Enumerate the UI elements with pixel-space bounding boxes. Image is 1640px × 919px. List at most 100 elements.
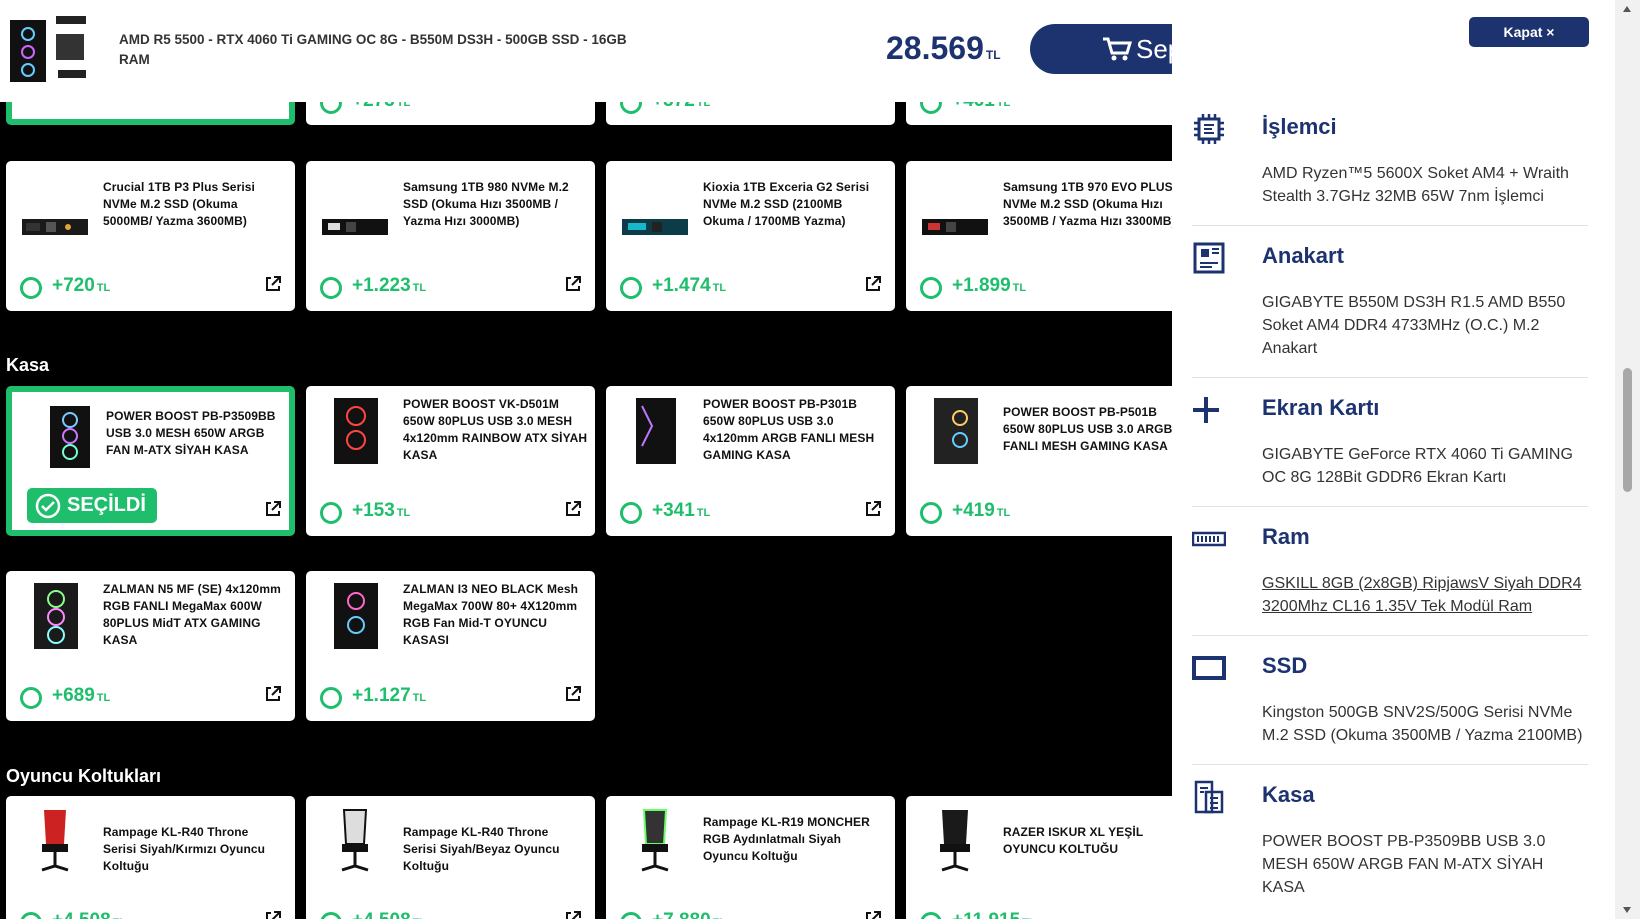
product-price: +341 TL (652, 500, 711, 521)
add-to-cart-button[interactable]: Sep (1030, 24, 1172, 74)
product-card[interactable]: RAZER ISKUR XL YEŞİL OYUNCU KOLTUĞU +11.… (906, 796, 1172, 919)
divider (1192, 377, 1588, 378)
product-name: POWER BOOST VK-D501M 650W 80PLUS USB 3.0… (403, 397, 588, 462)
divider (1192, 764, 1588, 765)
product-name: Rampage KL-R40 Throne Serisi Siyah/Beyaz… (403, 825, 560, 873)
product-card[interactable]: ZALMAN I3 NEO BLACK Mesh MegaMax 700W 80… (306, 571, 595, 721)
select-radio[interactable] (920, 277, 942, 299)
case-image (34, 583, 78, 649)
external-link-icon[interactable] (264, 910, 282, 919)
case-image (934, 398, 978, 464)
product-card[interactable]: Kioxia 1TB Exceria G2 Serisi NVMe M.2 SS… (606, 161, 895, 311)
product-price: +4.508TL (352, 910, 426, 919)
external-link-icon[interactable] (864, 910, 882, 919)
external-link-icon[interactable] (264, 500, 282, 518)
product-name: Kioxia 1TB Exceria G2 Serisi NVMe M.2 SS… (703, 180, 870, 228)
external-link-icon[interactable] (864, 275, 882, 293)
component-desc: GIGABYTE GeForce RTX 4060 Ti GAMING OC 8… (1262, 446, 1573, 486)
product-name: RAZER ISKUR XL YEŞİL OYUNCU KOLTUĞU (1003, 825, 1144, 856)
divider (1192, 635, 1588, 636)
product-card[interactable]: Samsung 1TB 980 NVMe M.2 SSD (Okuma Hızı… (306, 161, 595, 311)
product-list-area: +273TL +372TL +461TL Crucial 1TB P3 Plus… (0, 0, 1172, 919)
product-price: +1.223 TL (352, 275, 427, 296)
plus-icon (1193, 397, 1219, 423)
external-link-icon[interactable] (864, 500, 882, 518)
close-button[interactable]: Kapat × (1469, 17, 1589, 47)
ssd-image (322, 219, 388, 235)
product-card[interactable]: Rampage KL-R19 MONCHER RGB Aydınlatmalı … (606, 796, 895, 919)
check-circle-icon (35, 493, 61, 518)
select-radio[interactable] (320, 277, 342, 299)
product-card[interactable]: Crucial 1TB P3 Plus Serisi NVMe M.2 SSD … (6, 161, 295, 311)
product-card[interactable]: POWER BOOST PB-P501B 650W 80PLUS USB 3.0… (906, 386, 1172, 536)
product-name: Rampage KL-R40 Throne Serisi Siyah/Kırmı… (103, 825, 266, 873)
select-radio[interactable] (20, 687, 42, 709)
selected-badge: SEÇİLDİ (27, 488, 157, 523)
select-radio[interactable] (620, 912, 642, 919)
external-link-icon[interactable] (264, 685, 282, 703)
ssd-image (22, 219, 88, 235)
scroll-thumb[interactable] (1623, 368, 1632, 492)
select-radio[interactable] (620, 502, 642, 524)
panel-scrollbar[interactable] (1615, 0, 1640, 919)
product-price: +7.880TL (652, 910, 726, 919)
case-image (50, 406, 90, 468)
product-card[interactable]: ZALMAN N5 MF (SE) 4x120mm RGB FANLI Mega… (6, 571, 295, 721)
component-title: Ekran Kartı (1262, 395, 1380, 420)
motherboard-icon (1193, 242, 1225, 274)
external-link-icon[interactable] (264, 275, 282, 293)
select-radio[interactable] (320, 912, 342, 919)
product-card[interactable]: Samsung 1TB 970 EVO PLUS NVMe M.2 SSD (O… (906, 161, 1172, 311)
component-title: Ram (1262, 524, 1310, 549)
product-card[interactable]: POWER BOOST VK-D501M 650W 80PLUS USB 3.0… (306, 386, 595, 536)
product-name: POWER BOOST PB-P501B 650W 80PLUS USB 3.0… (1003, 405, 1172, 453)
component-desc: AMD Ryzen™5 5600X Soket AM4 + Wraith Ste… (1262, 165, 1569, 205)
select-radio[interactable] (320, 502, 342, 524)
component-title: Anakart (1262, 243, 1344, 268)
external-link-icon[interactable] (564, 685, 582, 703)
product-card[interactable]: Rampage KL-R40 Throne Serisi Siyah/Kırmı… (6, 796, 295, 919)
external-link-icon[interactable] (564, 500, 582, 518)
select-radio[interactable] (920, 912, 942, 919)
product-card[interactable]: Rampage KL-R40 Throne Serisi Siyah/Beyaz… (306, 796, 595, 919)
product-price: +720 TL (52, 275, 111, 296)
pc-image (10, 16, 86, 82)
ssd-icon (1192, 656, 1226, 680)
product-name: ZALMAN I3 NEO BLACK Mesh MegaMax 700W 80… (403, 582, 579, 647)
select-radio[interactable] (320, 687, 342, 709)
divider (1192, 506, 1588, 507)
cart-icon (1103, 37, 1132, 61)
chair-image (641, 809, 669, 872)
scroll-down-arrow[interactable] (1623, 907, 1631, 913)
select-radio[interactable] (20, 912, 42, 919)
build-title: AMD R5 5500 - RTX 4060 Ti GAMING OC 8G -… (119, 32, 627, 67)
select-radio[interactable] (620, 277, 642, 299)
select-radio[interactable] (20, 277, 42, 299)
case-image (334, 583, 378, 649)
product-name: POWER BOOST PB-P3509BB USB 3.0 MESH 650W… (106, 409, 276, 457)
ssd-image (622, 219, 688, 235)
ssd-image (922, 219, 988, 235)
product-price: +1.899 TL (952, 275, 1027, 296)
component-desc-link[interactable]: GSKILL 8GB (2x8GB) RipjawsV Siyah DDR4 3… (1262, 572, 1588, 618)
product-price: +1.127 TL (352, 685, 427, 706)
product-card-selected[interactable]: POWER BOOST PB-P3509BB USB 3.0 MESH 650W… (6, 386, 295, 536)
case-image (636, 398, 676, 464)
chair-image (341, 809, 369, 872)
case-icon (1194, 780, 1224, 814)
chair-image (940, 810, 970, 872)
section-title-koltuk: Oyuncu Koltukları (6, 766, 162, 786)
sticky-header: AMD R5 5500 - RTX 4060 Ti GAMING OC 8G -… (0, 0, 1172, 102)
component-desc: POWER BOOST PB-P3509BB USB 3.0 MESH 650W… (1262, 833, 1546, 896)
divider (1192, 225, 1588, 226)
ram-icon (1192, 531, 1226, 547)
product-price: +689 TL (52, 685, 111, 706)
product-name: ZALMAN N5 MF (SE) 4x120mm RGB FANLI Mega… (103, 582, 281, 647)
external-link-icon[interactable] (564, 910, 582, 919)
product-card[interactable]: POWER BOOST PB-P301B 650W 80PLUS USB 3.0… (606, 386, 895, 536)
select-radio[interactable] (920, 502, 942, 524)
component-desc: Kingston 500GB SNV2S/500G Serisi NVMe M.… (1262, 704, 1583, 744)
scroll-up-arrow[interactable] (1623, 6, 1631, 12)
section-title-kasa: Kasa (6, 355, 50, 375)
external-link-icon[interactable] (564, 275, 582, 293)
